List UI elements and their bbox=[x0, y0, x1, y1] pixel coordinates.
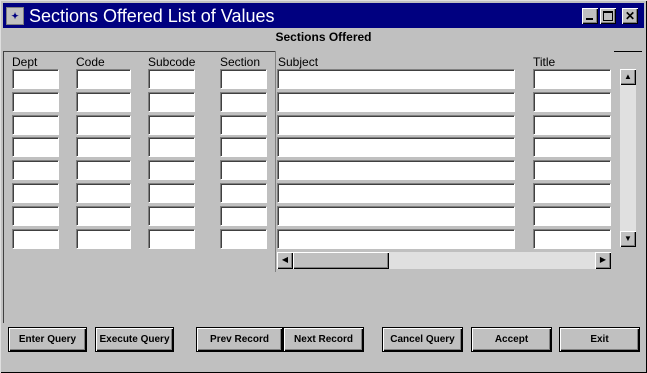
scroll-up-button[interactable]: ▲ bbox=[620, 69, 636, 85]
section-field[interactable] bbox=[220, 160, 267, 180]
horizontal-scroll-thumb[interactable] bbox=[293, 252, 389, 269]
dept-field[interactable] bbox=[12, 160, 59, 180]
title-field[interactable] bbox=[533, 92, 611, 112]
arrow-right-icon: ▶ bbox=[599, 255, 607, 264]
title-field[interactable] bbox=[533, 69, 611, 89]
code-field[interactable] bbox=[76, 206, 131, 226]
column-header-dept: Dept bbox=[12, 55, 38, 69]
subcode-field[interactable] bbox=[148, 229, 195, 249]
subject-field[interactable] bbox=[277, 160, 515, 180]
subject-field[interactable] bbox=[277, 137, 515, 157]
column-header-code: Code bbox=[76, 55, 105, 69]
close-button[interactable]: ✕ bbox=[622, 8, 638, 24]
code-field[interactable] bbox=[76, 92, 131, 112]
frame-divider bbox=[612, 51, 642, 52]
section-field[interactable] bbox=[220, 206, 267, 226]
subcode-field[interactable] bbox=[148, 137, 195, 157]
column-header-subcode: Subcode bbox=[148, 55, 196, 69]
scroll-right-button[interactable]: ▶ bbox=[595, 252, 611, 269]
scroll-left-button[interactable]: ◀ bbox=[277, 252, 293, 269]
section-field[interactable] bbox=[220, 92, 267, 112]
dept-field[interactable] bbox=[12, 229, 59, 249]
dept-field[interactable] bbox=[12, 115, 59, 135]
horizontal-scrollbar[interactable]: ◀ ▶ bbox=[277, 252, 611, 269]
next-record-button[interactable]: Next Record bbox=[284, 328, 363, 351]
frame-title: Sections Offered bbox=[275, 30, 372, 44]
dept-field[interactable] bbox=[12, 69, 59, 89]
section-field[interactable] bbox=[220, 69, 267, 89]
subcode-field[interactable] bbox=[148, 92, 195, 112]
accept-button[interactable]: Accept bbox=[472, 328, 551, 351]
exit-button[interactable]: Exit bbox=[560, 328, 639, 351]
subject-field[interactable] bbox=[277, 206, 515, 226]
subject-field[interactable] bbox=[277, 69, 515, 89]
title-field[interactable] bbox=[533, 160, 611, 180]
dept-field[interactable] bbox=[12, 183, 59, 203]
subject-field[interactable] bbox=[277, 183, 515, 203]
section-field[interactable] bbox=[220, 183, 267, 203]
title-field[interactable] bbox=[533, 229, 611, 249]
cancel-query-button[interactable]: Cancel Query bbox=[383, 328, 462, 351]
scroll-down-button[interactable]: ▼ bbox=[620, 231, 636, 247]
subcode-field[interactable] bbox=[148, 115, 195, 135]
execute-query-button[interactable]: Execute Query bbox=[96, 328, 173, 351]
code-field[interactable] bbox=[76, 183, 131, 203]
subcode-field[interactable] bbox=[148, 160, 195, 180]
lov-window: ✦ Sections Offered List of Values ✕ Sect… bbox=[0, 0, 647, 373]
vertical-scrollbar[interactable]: ▲ ▼ bbox=[620, 69, 636, 247]
minimize-icon bbox=[586, 18, 593, 20]
window-title: Sections Offered List of Values bbox=[29, 6, 275, 26]
subject-field[interactable] bbox=[277, 92, 515, 112]
prev-record-button[interactable]: Prev Record bbox=[197, 328, 282, 351]
subject-field[interactable] bbox=[277, 229, 515, 249]
oracle-forms-icon[interactable]: ✦ bbox=[6, 7, 24, 25]
code-field[interactable] bbox=[76, 160, 131, 180]
subcode-field[interactable] bbox=[148, 183, 195, 203]
arrow-left-icon: ◀ bbox=[281, 255, 289, 264]
title-field[interactable] bbox=[533, 183, 611, 203]
code-field[interactable] bbox=[76, 229, 131, 249]
title-field[interactable] bbox=[533, 115, 611, 135]
dept-field[interactable] bbox=[12, 206, 59, 226]
subject-field[interactable] bbox=[277, 115, 515, 135]
title-field[interactable] bbox=[533, 206, 611, 226]
close-icon: ✕ bbox=[624, 9, 636, 23]
column-header-subject: Subject bbox=[278, 55, 319, 69]
maximize-icon bbox=[603, 11, 613, 21]
subcode-field[interactable] bbox=[148, 69, 195, 89]
column-header-section: Section bbox=[220, 55, 261, 69]
title-field[interactable] bbox=[533, 137, 611, 157]
maximize-button[interactable] bbox=[600, 8, 616, 24]
column-header-title: Title bbox=[533, 55, 556, 69]
arrow-up-icon: ▲ bbox=[624, 72, 632, 81]
arrow-down-icon: ▼ bbox=[624, 234, 632, 243]
dept-field[interactable] bbox=[12, 92, 59, 112]
subcode-field[interactable] bbox=[148, 206, 195, 226]
section-field[interactable] bbox=[220, 137, 267, 157]
section-field[interactable] bbox=[220, 229, 267, 249]
code-field[interactable] bbox=[76, 137, 131, 157]
title-bar[interactable]: ✦ Sections Offered List of Values ✕ bbox=[3, 3, 644, 28]
section-field[interactable] bbox=[220, 115, 267, 135]
dept-field[interactable] bbox=[12, 137, 59, 157]
minimize-button[interactable] bbox=[582, 8, 598, 24]
code-field[interactable] bbox=[76, 69, 131, 89]
code-field[interactable] bbox=[76, 115, 131, 135]
enter-query-button[interactable]: Enter Query bbox=[9, 328, 86, 351]
